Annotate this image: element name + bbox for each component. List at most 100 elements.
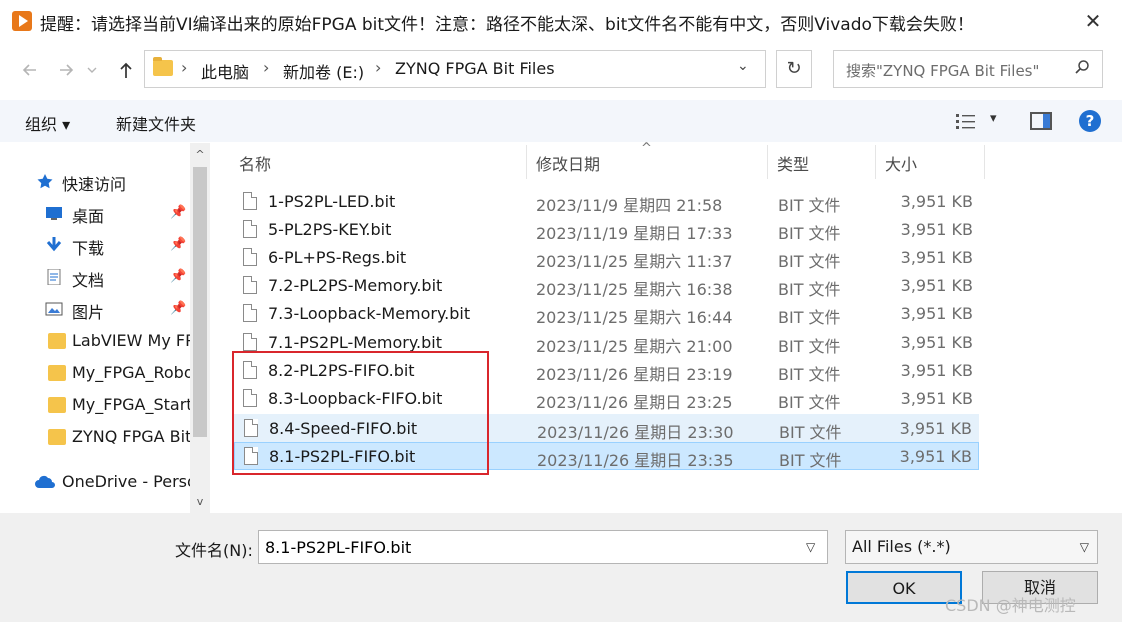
chevron-down-icon [87,67,97,73]
search-icon [1075,60,1089,74]
nav-item-label: 快速访问 [62,175,127,194]
breadcrumb-drive[interactable]: 新加卷 (E:) [283,59,364,83]
file-date: 2023/11/25 星期六 16:44 [536,308,733,327]
nav-item-label: My_FPGA_Robot [72,363,190,382]
title-bar: 提醒：请选择当前VI编译出来的原始FPGA bit文件！注意：路径不能太深、bi… [0,0,1122,42]
column-divider[interactable] [875,145,876,179]
column-header-type[interactable]: 类型 [777,151,809,175]
file-size: 3,951 KB [900,276,973,295]
column-header-size[interactable]: 大小 [885,151,917,175]
breadcrumb-this-pc[interactable]: 此电脑 [201,59,249,83]
pin-icon: 📌 [170,237,187,252]
column-divider[interactable] [526,145,527,179]
nav-item-zynq-fpga-bit-files[interactable]: ZYNQ FPGA Bit Files [0,421,190,453]
view-dropdown-icon[interactable]: ▾ [990,111,997,126]
column-divider[interactable] [767,145,768,179]
organize-menu[interactable]: 组织 ▾ [25,111,70,135]
close-button[interactable]: ✕ [1078,6,1108,36]
column-header-name[interactable]: 名称 [239,151,271,175]
table-row[interactable]: 7.3-Loopback-Memory.bit 2023/11/25 星期六 1… [234,300,979,328]
filetype-value: All Files (*.*) [852,537,951,556]
file-icon [243,248,257,266]
picture-icon [45,302,63,316]
nav-item-quick-access[interactable]: 快速访问 [0,165,190,197]
file-icon [243,220,257,238]
download-icon [46,237,62,252]
window-title: 提醒：请选择当前VI编译出来的原始FPGA bit文件！注意：路径不能太深、bi… [40,15,974,35]
filename-label: 文件名(N): [175,541,253,560]
arrow-left-icon [22,64,36,76]
nav-item-my-fpga-starter[interactable]: My_FPGA_Starter [0,389,190,421]
back-button[interactable] [16,56,44,84]
breadcrumb-folder[interactable]: ZYNQ FPGA Bit Files [395,59,555,78]
nav-item-label: 文档 [72,271,105,290]
star-icon [37,174,53,189]
desktop-icon [46,207,62,220]
file-size: 3,951 KB [900,304,973,323]
nav-item-documents[interactable]: 文档 📌 [0,261,190,293]
filetype-select[interactable]: All Files (*.*) ▽ [845,530,1098,564]
pin-icon: 📌 [170,269,187,284]
up-button[interactable] [112,56,140,84]
scrollbar-thumb[interactable] [193,167,207,437]
help-icon[interactable]: ? [1079,110,1101,132]
arrow-up-icon [120,62,132,78]
file-size: 3,951 KB [900,361,973,380]
file-size: 3,951 KB [899,419,972,438]
file-size: 3,951 KB [899,447,972,466]
table-row[interactable]: 5-PL2PS-KEY.bit 2023/11/19 星期日 17:33 BIT… [234,216,979,244]
file-name: 5-PL2PS-KEY.bit [268,220,392,239]
nav-item-downloads[interactable]: 下载 📌 [0,229,190,261]
file-name: 7.1-PS2PL-Memory.bit [268,333,443,352]
nav-item-label: 下载 [72,239,105,258]
table-row[interactable]: 7.2-PL2PS-Memory.bit 2023/11/25 星期六 16:3… [234,272,979,300]
new-folder-button[interactable]: 新建文件夹 [116,111,196,135]
app-icon [12,11,32,31]
breadcrumb-separator: › [375,58,382,77]
table-row[interactable]: 6-PL+PS-Regs.bit 2023/11/25 星期六 11:37 BI… [234,244,979,272]
file-size: 3,951 KB [900,333,973,352]
filename-field[interactable] [258,530,828,564]
file-icon [243,333,257,351]
file-size: 3,951 KB [900,248,973,267]
file-type: BIT 文件 [778,365,841,384]
refresh-icon: ↻ [786,58,802,79]
table-row[interactable]: 1-PS2PL-LED.bit 2023/11/9 星期四 21:58 BIT … [234,188,979,216]
file-type: BIT 文件 [778,224,841,243]
scroll-down-icon[interactable]: v [193,495,207,508]
annotation-highlight-box [232,351,489,475]
file-size: 3,951 KB [900,192,973,211]
sort-ascending-icon: ^ [641,141,652,156]
view-options-icon[interactable] [955,112,977,130]
file-date: 2023/11/26 星期日 23:25 [536,393,733,412]
chevron-down-icon[interactable]: ⌄ [737,58,749,74]
dialog-footer: 文件名(N): ▽ All Files (*.*) ▽ OK 取消 CSDN @… [0,513,1122,622]
nav-item-pictures[interactable]: 图片 📌 [0,293,190,325]
search-input[interactable]: 搜索"ZYNQ FPGA Bit Files" [833,50,1103,88]
document-icon [47,269,61,285]
chevron-down-icon[interactable]: ▽ [806,540,815,554]
file-type: BIT 文件 [778,280,841,299]
nav-item-onedrive[interactable]: OneDrive - Personal [0,466,190,498]
file-type: BIT 文件 [778,337,841,356]
nav-item-label: 图片 [72,303,105,322]
refresh-button[interactable]: ↻ [776,50,812,88]
file-date: 2023/11/19 星期日 17:33 [536,224,733,243]
command-bar: 组织 ▾ 新建文件夹 ▾ ? [0,100,1122,142]
column-divider[interactable] [984,145,985,179]
scroll-up-icon[interactable]: ^ [193,148,207,161]
folder-icon [153,57,173,76]
nav-scrollbar[interactable]: ^ v [190,143,210,513]
recent-locations-button[interactable] [84,56,100,84]
column-header-date[interactable]: 修改日期 [536,151,600,175]
nav-item-labview-my-fpga[interactable]: LabVIEW My FPGA [0,325,190,357]
folder-icon [48,429,66,445]
nav-item-my-fpga-robot[interactable]: My_FPGA_Robot [0,357,190,389]
address-bar[interactable]: › 此电脑 › 新加卷 (E:) › ZYNQ FPGA Bit Files ⌄ [144,50,766,88]
file-date: 2023/11/25 星期六 16:38 [536,280,733,299]
nav-item-desktop[interactable]: 桌面 📌 [0,197,190,229]
file-date: 2023/11/26 星期日 23:35 [537,451,734,470]
cloud-icon [35,475,55,488]
preview-pane-icon[interactable] [1030,112,1052,130]
forward-button[interactable] [52,56,80,84]
